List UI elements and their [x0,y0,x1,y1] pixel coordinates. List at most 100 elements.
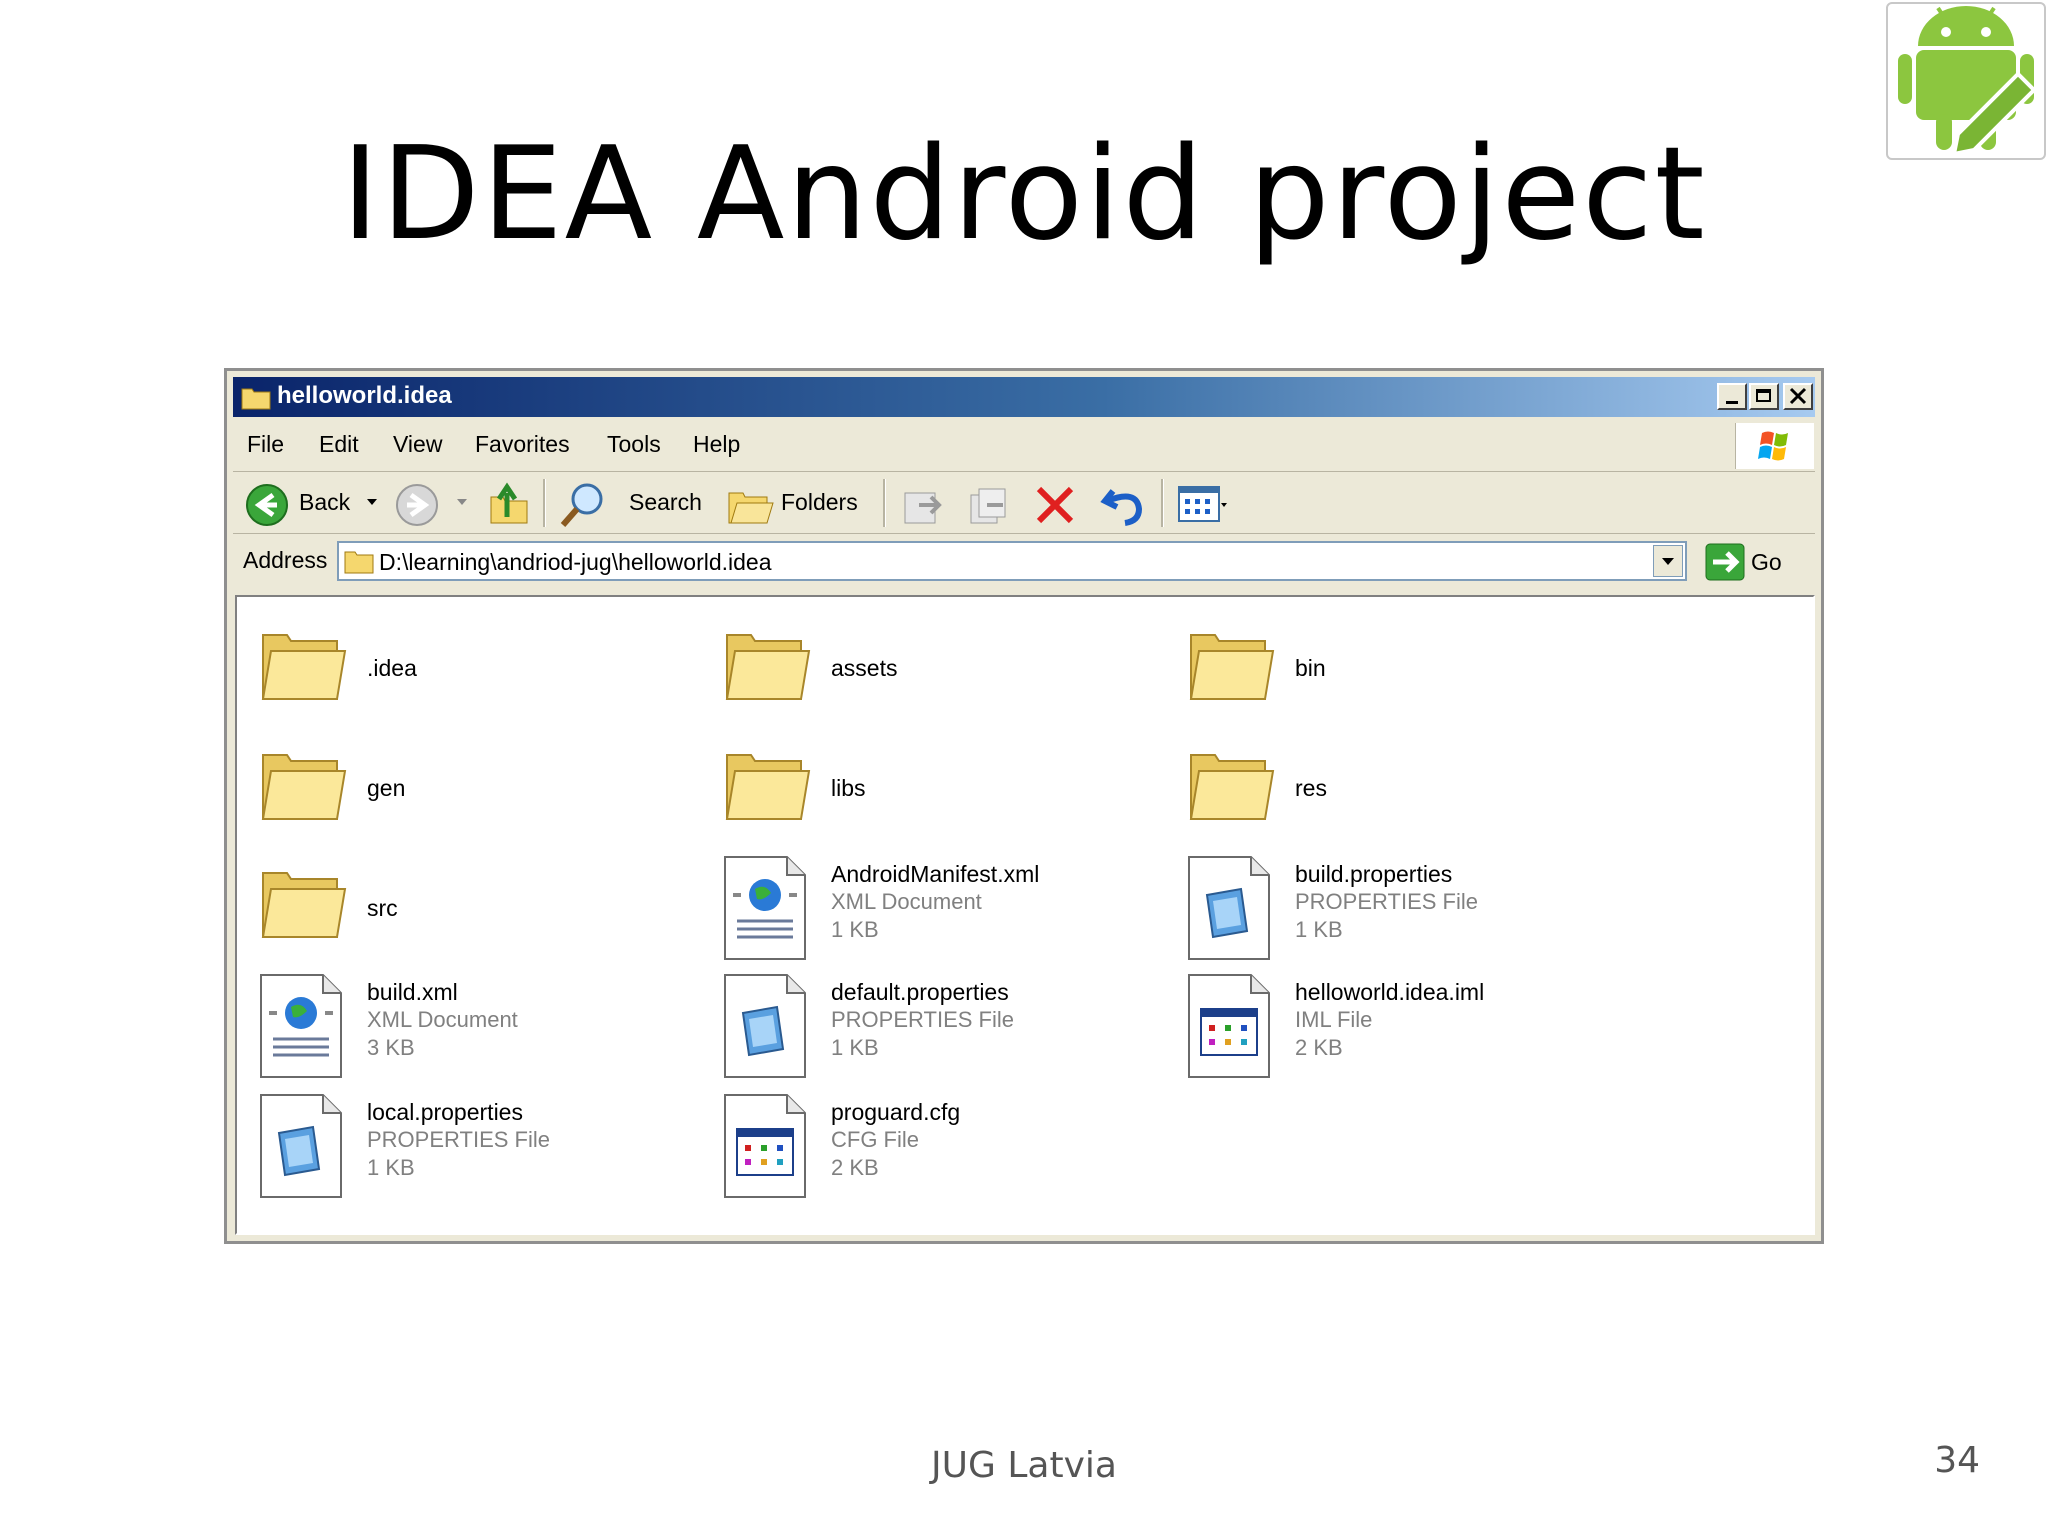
chevron-down-icon[interactable] [455,497,469,507]
maximize-button[interactable] [1749,383,1779,410]
window-title: helloworld.idea [277,382,452,409]
file-size: 2 KB [1295,1035,1343,1060]
file-name: local.properties [367,1099,523,1125]
file-type: XML Document [831,889,982,914]
page-number: 34 [1934,1440,1980,1481]
folders-icon[interactable] [727,483,775,527]
folder-icon [241,388,271,410]
folder-icon [1189,634,1275,700]
xml-document-icon [260,974,342,1078]
menu-help[interactable]: Help [693,431,740,458]
file-size: 1 KB [831,917,879,942]
file-type: CFG File [831,1127,919,1152]
folder-icon [725,754,811,820]
views-icon[interactable] [1177,485,1227,525]
file-item[interactable]: AndroidManifest.xml XML Document 1 KB [721,855,1161,965]
title-bar[interactable]: helloworld.idea [233,377,1815,417]
file-type: PROPERTIES File [1295,889,1478,914]
file-name: AndroidManifest.xml [831,861,1040,887]
properties-file-icon [724,974,806,1078]
folder-item[interactable]: src [257,855,697,965]
undo-icon[interactable] [1099,481,1147,527]
minimize-button[interactable] [1717,383,1747,410]
file-item[interactable]: helloworld.idea.iml IML File 2 KB [1185,973,1625,1083]
folder-item[interactable]: bin [1185,617,1625,727]
go-arrow-icon [1705,543,1745,581]
file-item[interactable]: proguard.cfg CFG File 2 KB [721,1093,1161,1203]
folder-item[interactable]: gen [257,737,697,847]
file-size: 1 KB [1295,917,1343,942]
file-item[interactable]: build.xml XML Document 3 KB [257,973,697,1083]
copy-to-icon[interactable] [965,483,1013,527]
file-type: PROPERTIES File [831,1007,1014,1032]
file-item[interactable]: default.properties PROPERTIES File 1 KB [721,973,1161,1083]
slide-footer: JUG Latvia [931,1445,1117,1486]
back-arrow-icon[interactable] [245,483,289,527]
file-name: gen [367,775,406,801]
address-input[interactable]: D:\learning\andriod-jug\helloworld.idea [337,541,1687,581]
folder-item[interactable]: libs [721,737,1161,847]
folder-item[interactable]: res [1185,737,1625,847]
menu-tools[interactable]: Tools [607,431,661,458]
file-name: default.properties [831,979,1009,1005]
file-name: assets [831,655,898,681]
file-name: build.properties [1295,861,1453,887]
menu-edit[interactable]: Edit [319,431,359,458]
application-file-icon [1188,974,1270,1078]
properties-file-icon [260,1094,342,1198]
file-name: helloworld.idea.iml [1295,979,1485,1005]
folder-icon [261,872,347,938]
back-button[interactable]: Back [299,489,350,516]
address-value: D:\learning\andriod-jug\helloworld.idea [379,549,772,575]
file-item[interactable]: build.properties PROPERTIES File 1 KB [1185,855,1625,965]
explorer-window: helloworld.idea File Edit View Favorites… [224,368,1824,1244]
up-folder-icon[interactable] [487,481,531,527]
close-button[interactable] [1783,383,1813,410]
menu-favorites[interactable]: Favorites [475,431,570,458]
file-size: 1 KB [831,1035,879,1060]
delete-icon[interactable] [1033,483,1077,527]
file-type: XML Document [367,1007,518,1032]
file-name: res [1295,775,1327,801]
menu-bar: File Edit View Favorites Tools Help [233,421,1815,472]
folder-icon [261,634,347,700]
address-bar: Address D:\learning\andriod-jug\hellowor… [233,537,1815,587]
xml-document-icon [724,856,806,960]
properties-file-icon [1188,856,1270,960]
go-button[interactable]: Go [1699,541,1799,583]
menu-file[interactable]: File [247,431,284,458]
address-dropdown-button[interactable] [1653,545,1683,577]
file-item[interactable]: local.properties PROPERTIES File 1 KB [257,1093,697,1203]
file-type: IML File [1295,1007,1373,1032]
chevron-down-icon[interactable] [365,497,379,507]
slide-title: IDEA Android project [341,120,1707,269]
go-label: Go [1751,549,1782,575]
folders-button[interactable]: Folders [781,489,858,516]
file-name: src [367,895,398,921]
file-size: 3 KB [367,1035,415,1060]
move-to-icon[interactable] [899,483,947,527]
menu-view[interactable]: View [393,431,442,458]
windows-logo-icon [1735,423,1814,469]
file-name: bin [1295,655,1326,681]
folder-icon [725,634,811,700]
file-view: .idea assets bin gen libs res src Androi… [235,595,1815,1235]
folder-icon [1189,754,1275,820]
forward-arrow-icon[interactable] [395,483,439,527]
file-type: PROPERTIES File [367,1127,550,1152]
search-icon[interactable] [557,481,607,529]
file-size: 2 KB [831,1155,879,1180]
folder-item[interactable]: .idea [257,617,697,727]
address-label: Address [243,547,328,573]
folder-item[interactable]: assets [721,617,1161,727]
android-logo-icon [1886,2,2046,160]
folder-icon [261,754,347,820]
search-button[interactable]: Search [629,489,702,516]
toolbar: Back Search Folders [233,473,1815,534]
file-name: libs [831,775,866,801]
application-file-icon [724,1094,806,1198]
file-size: 1 KB [367,1155,415,1180]
folder-icon [344,551,374,574]
file-name: .idea [367,655,417,681]
file-name: proguard.cfg [831,1099,961,1125]
